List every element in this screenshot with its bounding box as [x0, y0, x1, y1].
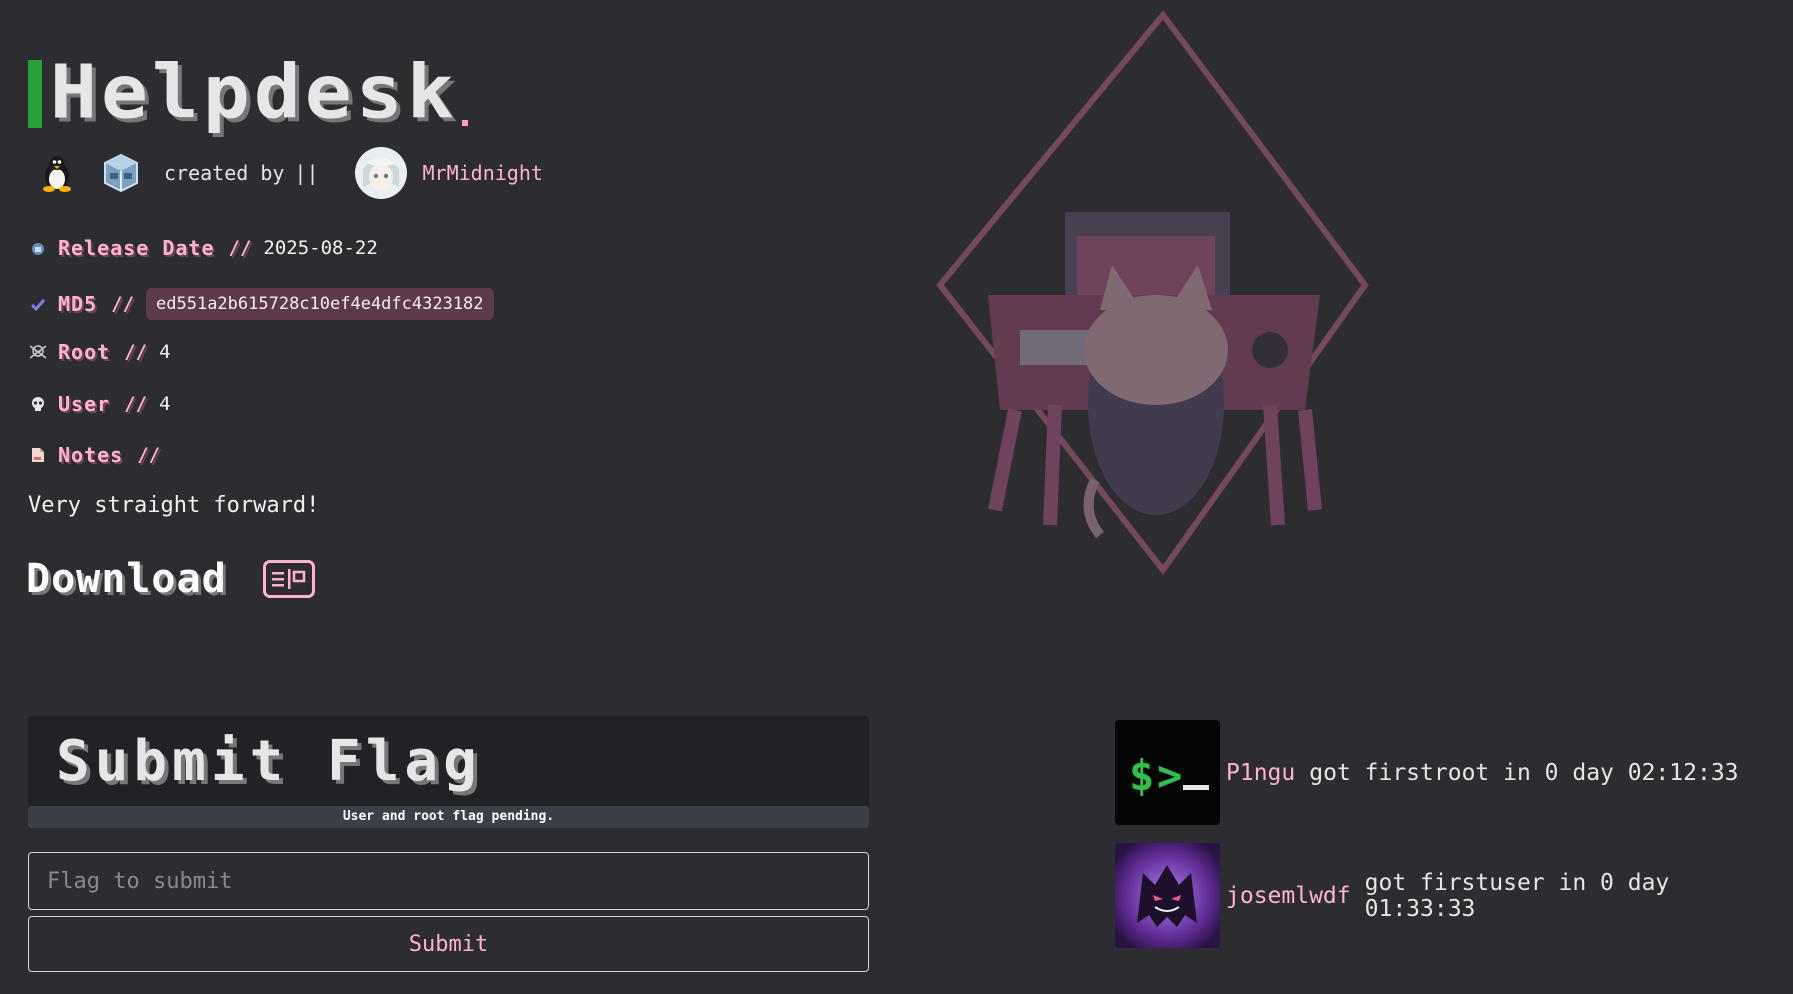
machine-page: Helpdesk created by || MrMidnight Releas… — [0, 0, 1793, 994]
svg-text:$: $ — [1129, 751, 1154, 800]
note-icon — [28, 445, 48, 465]
download-row: Download — [26, 556, 315, 602]
submit-flag-header: Submit Flag — [28, 716, 869, 806]
user-sep: // — [124, 393, 148, 415]
flag-input[interactable] — [28, 852, 869, 910]
release-date-value: 2025-08-22 — [263, 237, 378, 259]
author-avatar[interactable] — [354, 147, 407, 199]
title-dot — [461, 120, 468, 126]
blood-text: got firstuser in 0 day 01:33:33 — [1364, 869, 1670, 922]
root-row: Root // 4 — [28, 340, 171, 364]
notes-sep: // — [137, 444, 161, 466]
notes-label: Notes — [58, 443, 124, 467]
skull-crossbones-icon — [28, 342, 48, 362]
md5-label: MD5 — [58, 292, 98, 316]
skull-icon — [28, 394, 48, 414]
virtualbox-icon — [100, 152, 142, 194]
download-link[interactable]: Download — [26, 556, 227, 602]
author-link[interactable]: MrMidnight — [423, 161, 543, 185]
byline-separator: || — [294, 161, 319, 185]
page-title: Helpdesk — [50, 50, 458, 136]
md5-value[interactable]: ed551a2b615728c10ef4e4dfc4323182 — [146, 288, 494, 320]
submit-button[interactable]: Submit — [28, 916, 869, 972]
machine-artwork — [930, 10, 1380, 610]
user-row: User // 4 — [28, 392, 171, 416]
blood-user-link[interactable]: josemlwdf — [1226, 883, 1351, 909]
user-difficulty-value: 4 — [159, 393, 171, 415]
page-title-block: Helpdesk — [28, 50, 468, 136]
first-blood-user: josemlwdf got firstuser in 0 day 01:33:3… — [1115, 843, 1793, 948]
download-card-icon[interactable] — [262, 560, 315, 598]
md5-row: MD5 // ed551a2b615728c10ef4e4dfc4323182 — [28, 288, 494, 320]
flag-status-bar: User and root flag pending. — [28, 806, 869, 828]
submit-flag-title: Submit Flag — [56, 728, 482, 794]
linux-penguin-icon — [36, 152, 78, 194]
created-by-label: created by — [164, 161, 285, 185]
blood-user-link[interactable]: P1ngu — [1226, 760, 1295, 786]
check-icon — [28, 294, 48, 314]
release-date-sep: // — [228, 237, 252, 259]
ghost-avatar[interactable] — [1115, 843, 1220, 948]
first-blood-root: $ > P1ngu got firstroot in 0 day 02:12:3… — [1115, 720, 1739, 825]
release-date-label: Release Date — [58, 236, 215, 260]
root-label: Root — [58, 340, 111, 364]
release-date-row: Release Date // 2025-08-22 — [28, 236, 378, 260]
title-accent-bar — [28, 60, 42, 128]
submit-flag-panel: Submit Flag User and root flag pending. … — [28, 716, 869, 972]
blood-text: got firstroot in 0 day 02:12:33 — [1309, 759, 1739, 786]
user-label: User — [58, 392, 111, 416]
notes-row: Notes // — [28, 443, 172, 467]
calendar-icon — [28, 238, 48, 258]
terminal-avatar[interactable]: $ > — [1115, 720, 1220, 825]
svg-text:>: > — [1157, 751, 1182, 800]
byline: created by || MrMidnight — [36, 146, 543, 200]
md5-sep: // — [111, 293, 135, 315]
root-sep: // — [124, 341, 148, 363]
notes-text: Very straight forward! — [28, 493, 320, 518]
root-difficulty-value: 4 — [159, 341, 171, 363]
